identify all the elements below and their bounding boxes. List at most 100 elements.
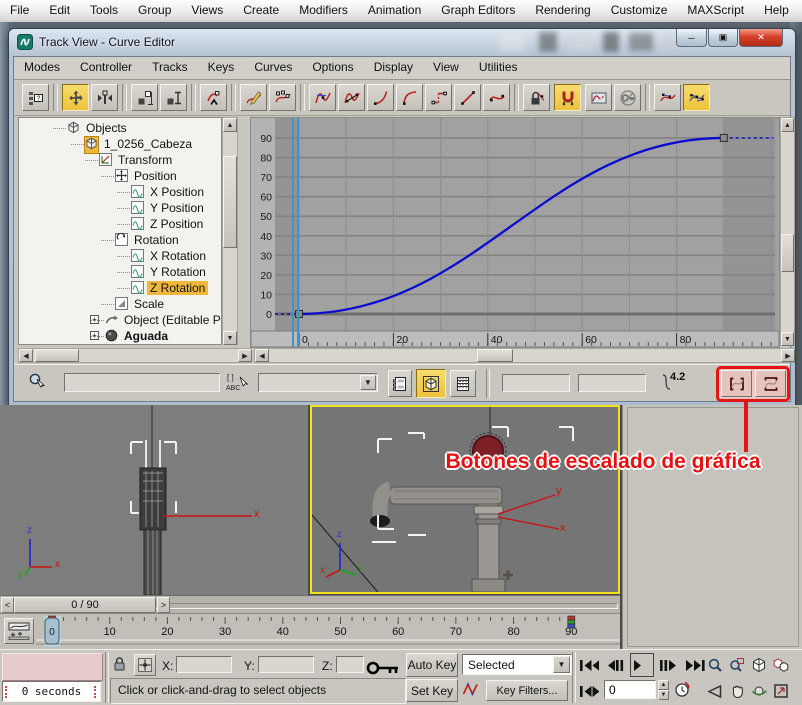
- minimize-button[interactable]: ─: [676, 29, 707, 47]
- graph-scroll-thumb[interactable]: [781, 234, 794, 272]
- curve-editor-menu-keys[interactable]: Keys: [198, 57, 245, 78]
- curve-editor-menu-tracks[interactable]: Tracks: [142, 57, 198, 78]
- show-all-tangents-button[interactable]: [683, 84, 710, 111]
- titlebar[interactable]: Track View - Curve Editor ─▣✕: [9, 29, 795, 56]
- key-mode-toggle-button[interactable]: [576, 679, 600, 703]
- play-animation-button[interactable]: [630, 653, 654, 677]
- curve-editor-menu-display[interactable]: Display: [364, 57, 423, 78]
- time-configuration-icon[interactable]: [674, 681, 691, 701]
- main-menu-group[interactable]: Group: [128, 0, 181, 21]
- curve-editor-menu-curves[interactable]: Curves: [244, 57, 302, 78]
- main-menu-help[interactable]: Help: [754, 0, 799, 21]
- main-menu-animation[interactable]: Animation: [358, 0, 431, 21]
- tree-scroll-down-icon[interactable]: ▼: [223, 331, 237, 345]
- go-to-end-button[interactable]: [682, 653, 706, 677]
- tree-item-label[interactable]: X Rotation: [147, 249, 209, 263]
- selection-set-dropdown[interactable]: Selected ▼: [462, 654, 572, 675]
- maximize-viewport-toggle-button[interactable]: [770, 679, 791, 702]
- previous-frame-button[interactable]: [604, 653, 628, 677]
- simplify-curve-button[interactable]: [269, 84, 296, 111]
- zoom-extents-all-button[interactable]: [770, 653, 791, 676]
- tree-item-label[interactable]: Transform: [115, 153, 175, 167]
- tree-hscroll-thumb[interactable]: [35, 349, 79, 362]
- slide-keys-button[interactable]: [91, 84, 118, 111]
- graph-scroll-up-icon[interactable]: ▲: [781, 118, 794, 132]
- tree-item-label[interactable]: Z Rotation: [147, 281, 208, 295]
- track-selection-field[interactable]: [64, 373, 220, 392]
- maxscript-listener[interactable]: [2, 653, 103, 681]
- dropdown-arrow-icon[interactable]: ▼: [360, 375, 376, 390]
- time-slider-next-button[interactable]: >: [157, 597, 170, 613]
- time-slider-handle[interactable]: 0 / 90: [14, 597, 156, 613]
- set-tangents-custom-button[interactable]: [338, 84, 365, 111]
- coord-y-field[interactable]: [258, 656, 314, 673]
- tree-item-label[interactable]: Y Rotation: [147, 265, 209, 279]
- tree-hscroll-right-icon[interactable]: ▶: [238, 349, 252, 362]
- set-tangents-fast-button[interactable]: [367, 84, 394, 111]
- tree-hscrollbar[interactable]: ◀ ▶: [18, 348, 252, 363]
- add-keys-button[interactable]: [200, 84, 227, 111]
- curve-editor-menu-view[interactable]: View: [423, 57, 469, 78]
- scale-keys-button[interactable]: [131, 84, 158, 111]
- main-menu-graph-editors[interactable]: Graph Editors: [431, 0, 525, 21]
- tree-scroll-thumb[interactable]: [223, 156, 237, 248]
- tree-item-label[interactable]: X Position: [147, 185, 207, 199]
- spinner-up-icon[interactable]: ▲: [658, 680, 669, 690]
- curve-editor-menu-controller[interactable]: Controller: [70, 57, 142, 78]
- draw-curves-button[interactable]: [240, 84, 267, 111]
- set-tangents-auto-button[interactable]: [309, 84, 336, 111]
- tree-item-label[interactable]: 1_0256_Cabeza: [101, 137, 195, 151]
- main-menu-tools[interactable]: Tools: [80, 0, 128, 21]
- track-set-dropdown[interactable]: ▼: [258, 373, 378, 392]
- edit-track-set-icon[interactable]: [ ]ABC: [226, 371, 250, 398]
- main-menu-create[interactable]: Create: [233, 0, 289, 21]
- zoom-all-button[interactable]: [726, 653, 747, 676]
- key-value-field[interactable]: [578, 374, 646, 392]
- viewport-right-active[interactable]: y x z x y: [310, 405, 620, 594]
- graph-hscrollbar[interactable]: ◀ ▶: [254, 348, 795, 363]
- next-frame-button[interactable]: [656, 653, 680, 677]
- tree-item-label[interactable]: Aguada: [121, 329, 171, 343]
- tree-item-label[interactable]: Z Position: [147, 217, 206, 231]
- tree-hscroll-left-icon[interactable]: ◀: [19, 349, 33, 362]
- coord-z-field[interactable]: [336, 656, 364, 673]
- curve-graph[interactable]: 0102030405060708090020406080: [250, 117, 780, 348]
- curve-editor-menu-utilities[interactable]: Utilities: [469, 57, 528, 78]
- graph-vscrollbar[interactable]: ▲ ▼: [780, 117, 795, 346]
- selection-lock-icon[interactable]: [112, 656, 128, 675]
- select-by-name-icon[interactable]: [28, 372, 46, 397]
- param-out-of-range-button[interactable]: [585, 84, 612, 111]
- main-menu-modifiers[interactable]: Modifiers: [289, 0, 358, 21]
- graph-hscroll-left-icon[interactable]: ◀: [255, 349, 269, 362]
- close-button[interactable]: ✕: [739, 29, 783, 47]
- listener-time-box[interactable]: 0 seconds: [2, 681, 101, 702]
- time-slider-prev-button[interactable]: <: [1, 597, 14, 613]
- set-tangents-slow-button[interactable]: [396, 84, 423, 111]
- key-filters-button[interactable]: Key Filters...: [486, 680, 568, 701]
- curve-editor-menu-options[interactable]: Options: [302, 57, 363, 78]
- scale-values-button[interactable]: [160, 84, 187, 111]
- tree-item-label[interactable]: Position: [131, 169, 180, 183]
- maximize-button[interactable]: ▣: [708, 29, 738, 47]
- curve-editor-mode-button[interactable]: [416, 369, 446, 398]
- set-tangents-step-button[interactable]: [425, 84, 452, 111]
- edit-track-set-list-button[interactable]: [388, 370, 412, 397]
- zoom-button[interactable]: [704, 653, 725, 676]
- graph-scroll-down-icon[interactable]: ▼: [781, 332, 794, 346]
- tree-item-label[interactable]: Object (Editable Poly): [121, 313, 222, 327]
- trackbar-ruler[interactable]: 1020304050607080900: [36, 614, 620, 650]
- filters-button[interactable]: ?: [22, 84, 49, 111]
- main-menu-file[interactable]: File: [0, 0, 39, 21]
- main-menu-edit[interactable]: Edit: [39, 0, 80, 21]
- zoom-value-extents-button[interactable]: [755, 370, 786, 397]
- current-frame-field[interactable]: [604, 680, 656, 699]
- tree-scroll-up-icon[interactable]: ▲: [223, 118, 237, 132]
- show-tangents-button[interactable]: [654, 84, 681, 111]
- zoom-extents-button[interactable]: [748, 653, 769, 676]
- track-bar[interactable]: 1020304050607080900: [0, 613, 620, 650]
- frame-spinner[interactable]: ▲ ▼: [658, 680, 669, 701]
- dropdown-arrow-icon[interactable]: ▼: [553, 656, 570, 673]
- graph-hscroll-thumb[interactable]: [477, 349, 513, 362]
- snap-frames-button[interactable]: [554, 84, 581, 111]
- field-of-view-button[interactable]: [704, 679, 725, 702]
